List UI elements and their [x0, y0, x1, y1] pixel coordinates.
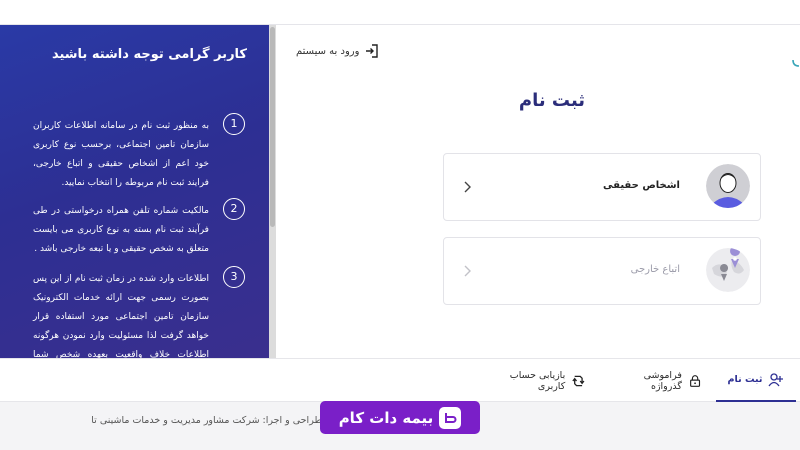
notice-text: اطلاعات وارد شده در زمان ثبت نام از این …: [33, 274, 209, 358]
card-natural-person[interactable]: اشخاص حقیقی: [443, 153, 761, 221]
bottom-tab-bar: ثبت نام فراموشی گذرواژه بازیابی حساب کار…: [0, 358, 800, 402]
tab-label: فراموشی گذرواژه: [643, 369, 682, 392]
login-label: ورود به سیستم: [296, 45, 360, 57]
tab-label: بازیابی حساب کاربری: [509, 369, 566, 392]
notice-item: 1 به منظور ثبت نام در سامانه اطلاعات کار…: [33, 113, 245, 193]
tab-forgot-password[interactable]: فراموشی گذرواژه: [618, 359, 702, 402]
notice-text: مالکیت شماره تلفن همراه درخواستی در طی ف…: [33, 206, 209, 254]
footer-credit: طراحی و اجرا: شرکت مشاور مدیریت و خدمات …: [91, 415, 322, 426]
tab-account-recovery[interactable]: بازیابی حساب کاربری: [486, 359, 586, 402]
watermark-badge: بیمه دات کام: [320, 401, 480, 434]
card-label: اشخاص حقیقی: [603, 180, 680, 191]
notice-number: 2: [223, 198, 245, 220]
login-icon: [366, 44, 379, 58]
lock-icon: [689, 374, 700, 387]
watermark-text: بیمه دات کام: [338, 408, 434, 427]
notice-item: 2 مالکیت شماره تلفن همراه درخواستی در طی…: [33, 198, 245, 259]
card-foreign-national[interactable]: اتباع خارجی: [443, 237, 761, 305]
notice-item: 3 اطلاعات وارد شده در زمان ثبت نام از ای…: [33, 266, 245, 358]
notice-number: 3: [223, 266, 245, 288]
logo-fragment-icon: [792, 59, 800, 67]
card-label: اتباع خارجی: [630, 264, 680, 275]
chevron-left-icon: [464, 181, 471, 193]
notice-number: 1: [223, 113, 245, 135]
notice-text: به منظور ثبت نام در سامانه اطلاعات کاربر…: [33, 121, 209, 188]
login-link[interactable]: ورود به سیستم: [296, 42, 379, 60]
globe-map-icon: [706, 248, 750, 292]
panel-scrollbar[interactable]: [269, 25, 276, 358]
brand-logo-icon: [439, 406, 462, 429]
person-avatar-icon: [706, 164, 750, 208]
scrollbar-thumb[interactable]: [270, 27, 275, 227]
tab-label: ثبت نام: [727, 374, 763, 385]
refresh-icon: [572, 375, 585, 386]
notice-panel: کاربر گرامی توجه داشته باشید 1 به منظور …: [0, 25, 269, 358]
chevron-left-icon: [464, 265, 471, 277]
top-bar: [0, 0, 800, 24]
tab-register[interactable]: ثبت نام: [716, 359, 796, 402]
notice-title: کاربر گرامی توجه داشته باشید: [51, 47, 247, 62]
add-user-icon: [768, 372, 784, 386]
page-title: ثبت نام: [518, 90, 586, 111]
